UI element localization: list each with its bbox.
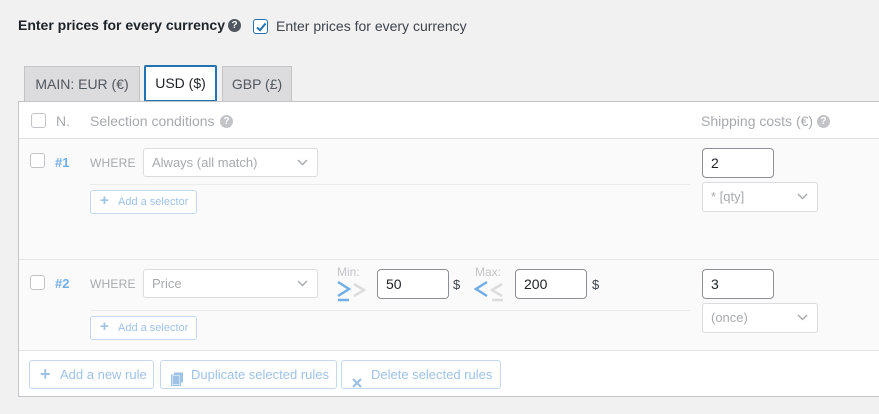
add-selector-label: Add a selector — [118, 322, 189, 334]
column-shipping-header: Shipping costs (€) — [701, 113, 814, 129]
plus-icon: + — [100, 318, 109, 335]
chevron-down-icon — [297, 280, 308, 287]
greater-equal-icon — [336, 279, 368, 308]
rule-number: #1 — [55, 155, 70, 170]
enter-prices-checkbox-label[interactable]: Enter prices for every currency — [276, 18, 467, 34]
add-selector-button[interactable]: + Add a selector — [90, 190, 197, 214]
setting-label: Enter prices for every currency — [18, 17, 225, 33]
condition-select-value: Price — [152, 276, 182, 291]
condition-select[interactable]: Price — [143, 269, 318, 298]
help-icon[interactable]: ? — [220, 115, 233, 128]
condition-select[interactable]: Always (all match) — [143, 148, 318, 177]
chevron-down-icon — [797, 193, 808, 200]
cost-mode-select[interactable]: * [qty] — [702, 182, 818, 212]
condition-select-value: Always (all match) — [152, 155, 258, 170]
min-unit: $ — [453, 277, 461, 292]
shipping-cost-input[interactable]: 3 — [702, 269, 774, 299]
where-label: WHERE — [90, 156, 136, 170]
select-all-checkbox[interactable] — [31, 113, 46, 128]
column-number-header: N. — [56, 113, 70, 129]
min-value-input[interactable]: 50 — [377, 269, 449, 299]
tab-gbp[interactable]: GBP (£) — [222, 66, 292, 101]
chevron-down-icon — [797, 314, 808, 321]
max-label: Max: — [475, 265, 502, 279]
divider — [90, 310, 690, 311]
less-equal-icon — [473, 279, 506, 308]
help-icon[interactable]: ? — [817, 115, 830, 128]
chevron-down-icon — [297, 159, 308, 166]
cost-mode-select[interactable]: (once) — [702, 303, 818, 333]
where-label: WHERE — [90, 277, 136, 291]
tab-usd[interactable]: USD ($) — [144, 65, 217, 102]
enter-prices-checkbox[interactable] — [253, 19, 268, 34]
cost-mode-value: * [qty] — [711, 189, 745, 204]
tab-main-eur[interactable]: MAIN: EUR (€) — [24, 66, 140, 101]
column-conditions-header: Selection conditions — [90, 113, 215, 129]
add-selector-button[interactable]: + Add a selector — [90, 316, 197, 340]
rule-checkbox[interactable] — [30, 275, 45, 290]
add-rule-button[interactable]: + Add a new rule — [29, 360, 154, 389]
shipping-cost-input[interactable]: 2 — [702, 148, 774, 178]
min-label: Min: — [337, 265, 360, 279]
cost-mode-value: (once) — [711, 310, 748, 325]
plus-icon: + — [40, 364, 51, 384]
close-icon — [352, 370, 362, 397]
duplicate-rules-button[interactable]: Duplicate selected rules — [160, 360, 337, 389]
add-rule-label: Add a new rule — [60, 367, 147, 382]
duplicate-rules-label: Duplicate selected rules — [191, 367, 330, 382]
help-icon[interactable]: ? — [228, 19, 241, 32]
plus-icon: + — [100, 192, 109, 209]
delete-rules-button[interactable]: Delete selected rules — [341, 360, 501, 389]
checkmark-icon — [256, 22, 267, 32]
duplicate-icon — [171, 368, 184, 395]
delete-rules-label: Delete selected rules — [371, 367, 493, 382]
max-value-input[interactable]: 200 — [515, 269, 587, 299]
add-selector-label: Add a selector — [118, 196, 189, 208]
max-unit: $ — [592, 277, 600, 292]
rule-checkbox[interactable] — [30, 153, 45, 168]
divider — [90, 184, 690, 185]
rule-number: #2 — [55, 276, 70, 291]
